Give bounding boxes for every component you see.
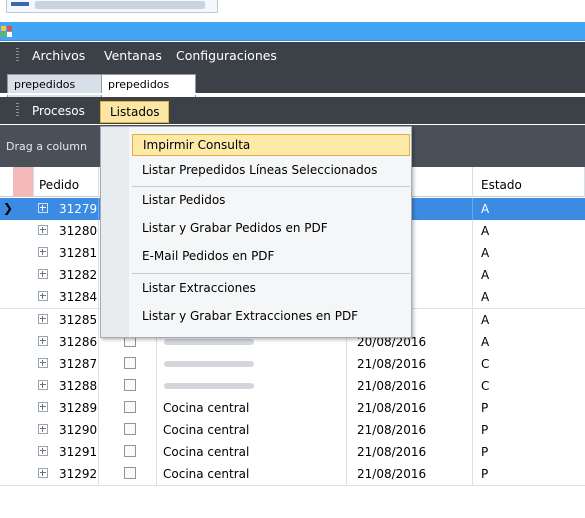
header-corner bbox=[13, 167, 34, 197]
menu-ventanas[interactable]: Ventanas bbox=[104, 48, 162, 63]
window-accent bbox=[11, 2, 29, 6]
pedido-cell[interactable]: 31279 bbox=[33, 198, 99, 220]
pedido-cell[interactable]: 31280 bbox=[33, 220, 99, 243]
row-checkbox[interactable] bbox=[124, 378, 136, 391]
cliente-cell[interactable]: Cocina central bbox=[157, 396, 347, 419]
menu-separator bbox=[132, 273, 410, 274]
table-row[interactable]: 31291 Cocina central 21/08/2016 P bbox=[0, 441, 585, 465]
secondary-menubar bbox=[0, 97, 585, 124]
estado-cell[interactable]: A bbox=[473, 264, 585, 286]
group-panel-hint: Drag a column bbox=[6, 140, 87, 153]
estado-cell[interactable]: A bbox=[473, 286, 585, 308]
menubar2-grip bbox=[16, 103, 19, 118]
table-row[interactable]: 31292 Cocina central 21/08/2016 P bbox=[0, 463, 585, 487]
row-checkbox[interactable] bbox=[124, 356, 136, 369]
menu-procesos[interactable]: Procesos bbox=[32, 104, 85, 118]
main-menubar: Archivos Ventanas Configuraciones bbox=[0, 42, 585, 69]
estado-cell[interactable]: A bbox=[473, 220, 585, 242]
estado-cell[interactable]: P bbox=[473, 397, 585, 419]
menu-item-listar-extracciones[interactable]: Listar Extracciones bbox=[132, 278, 410, 300]
blurred-client-name bbox=[164, 360, 254, 367]
background-window-strip bbox=[0, 0, 585, 22]
pedido-cell[interactable]: 31290 bbox=[33, 419, 99, 441]
estado-cell[interactable]: A bbox=[473, 309, 585, 331]
table-row[interactable]: 31288 21/08/2016 C bbox=[0, 374, 585, 398]
cliente-cell[interactable]: Cocina central bbox=[157, 419, 347, 441]
pedido-cell[interactable]: 31288 bbox=[33, 374, 99, 397]
estado-cell[interactable]: P bbox=[473, 463, 585, 485]
header-pedido[interactable]: Pedido bbox=[33, 167, 99, 197]
current-row-arrow-icon: ❯ bbox=[3, 201, 14, 215]
tab-underline bbox=[0, 93, 585, 95]
blurred-client-name bbox=[164, 382, 254, 389]
menubar-grip bbox=[16, 48, 19, 63]
menu-item-listar-grabar-extracciones-pdf[interactable]: Listar y Grabar Extracciones en PDF bbox=[132, 306, 410, 328]
row-checkbox[interactable] bbox=[124, 445, 136, 458]
pedido-cell[interactable]: 31287 bbox=[33, 352, 99, 375]
table-row[interactable]: 31290 Cocina central 21/08/2016 P bbox=[0, 419, 585, 442]
menu-item-listar-pedidos[interactable]: Listar Pedidos bbox=[132, 190, 410, 212]
row-checkbox[interactable] bbox=[124, 423, 136, 435]
menu-item-listar-grabar-pedidos-pdf[interactable]: Listar y Grabar Pedidos en PDF bbox=[132, 218, 410, 240]
fecha-cell[interactable]: 21/08/2016 bbox=[347, 463, 473, 486]
estado-cell[interactable]: C bbox=[473, 353, 585, 375]
menu-item-imprimir-consulta[interactable]: Impirmir Consulta bbox=[132, 134, 410, 156]
menu-archivos[interactable]: Archivos bbox=[32, 48, 85, 63]
cliente-cell[interactable]: Cocina central bbox=[157, 441, 347, 464]
estado-cell[interactable]: A bbox=[473, 331, 585, 353]
row-checkbox[interactable] bbox=[124, 400, 136, 413]
menu-listados[interactable]: Listados bbox=[100, 101, 169, 123]
menu-item-email-pedidos-pdf[interactable]: E-Mail Pedidos en PDF bbox=[132, 246, 410, 268]
header-estado[interactable]: Estado bbox=[473, 167, 585, 197]
cliente-cell[interactable]: Cocina central bbox=[157, 463, 347, 486]
fecha-cell[interactable]: 21/08/2016 bbox=[347, 419, 473, 441]
title-bar bbox=[0, 22, 585, 41]
pedido-cell[interactable]: 31291 bbox=[33, 441, 99, 464]
pedido-cell[interactable]: 31292 bbox=[33, 463, 99, 486]
background-window-tab bbox=[6, 0, 218, 13]
pedido-cell[interactable]: 31284 bbox=[33, 286, 99, 309]
pedido-cell[interactable]: 31289 bbox=[33, 396, 99, 419]
menu-icon-strip bbox=[101, 127, 129, 337]
table-row[interactable]: 31287 21/08/2016 C bbox=[0, 352, 585, 376]
estado-cell[interactable]: P bbox=[473, 419, 585, 441]
fecha-cell[interactable]: 21/08/2016 bbox=[347, 441, 473, 464]
pedido-cell[interactable]: 31285 bbox=[33, 308, 99, 331]
pedido-cell[interactable]: 31281 bbox=[33, 242, 99, 265]
estado-cell[interactable]: C bbox=[473, 375, 585, 397]
row-checkbox[interactable] bbox=[124, 467, 136, 480]
fecha-cell[interactable]: 21/08/2016 bbox=[347, 374, 473, 397]
pedido-cell[interactable]: 31282 bbox=[33, 264, 99, 287]
listados-dropdown-menu: Impirmir Consulta Listar Prepedidos Líne… bbox=[100, 126, 412, 338]
estado-cell[interactable]: A bbox=[473, 198, 585, 220]
blurred-client-name bbox=[164, 338, 254, 345]
menu-item-listar-prepedidos-lineas[interactable]: Listar Prepedidos Líneas Seleccionados bbox=[132, 160, 410, 182]
estado-cell[interactable]: P bbox=[473, 441, 585, 463]
fecha-cell[interactable]: 21/08/2016 bbox=[347, 352, 473, 375]
fecha-cell[interactable]: 21/08/2016 bbox=[347, 396, 473, 419]
document-tabs-bar: prepedidos prepedidos bbox=[0, 69, 585, 98]
blurred-window-title bbox=[35, 1, 205, 9]
estado-cell[interactable]: A bbox=[473, 242, 585, 264]
app-icon bbox=[1, 26, 12, 37]
menu-separator bbox=[132, 186, 410, 187]
table-row[interactable]: 31289 Cocina central 21/08/2016 P bbox=[0, 396, 585, 420]
pedido-cell[interactable]: 31286 bbox=[33, 330, 99, 353]
menu-configuraciones[interactable]: Configuraciones bbox=[176, 48, 277, 63]
